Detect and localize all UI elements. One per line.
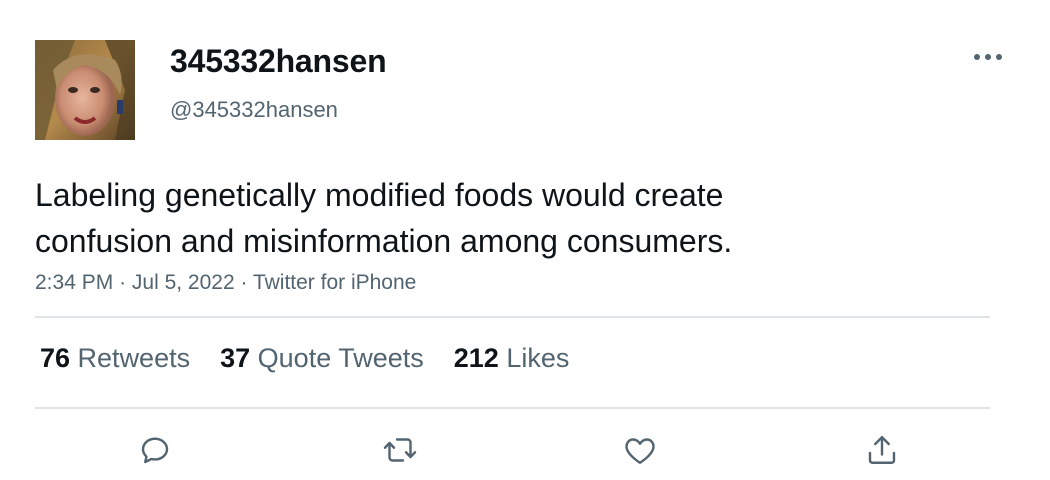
- quotes-count: 37: [220, 343, 258, 373]
- likes-stat[interactable]: 212 Likes: [454, 343, 570, 374]
- user-handle[interactable]: @345332hansen: [170, 97, 338, 123]
- profile-photo-icon: [35, 40, 135, 140]
- tweet-source[interactable]: Twitter for iPhone: [253, 271, 416, 294]
- tweet-text-line: Labeling genetically modified foods woul…: [35, 177, 724, 213]
- tweet-date[interactable]: Jul 5, 2022: [132, 271, 235, 294]
- divider: [35, 407, 990, 409]
- heart-icon: [625, 438, 655, 464]
- likes-count: 212: [453, 343, 507, 373]
- tweet-meta: 2:34 PM · Jul 5, 2022 · Twitter for iPho…: [35, 271, 416, 295]
- meta-separator: ·: [119, 271, 132, 294]
- retweets-count: 76: [40, 343, 78, 373]
- display-name[interactable]: 345332hansen: [170, 43, 387, 80]
- avatar[interactable]: [35, 40, 135, 140]
- meta-separator: ·: [240, 271, 253, 294]
- share-icon: [868, 436, 896, 464]
- likes-label: Likes: [506, 343, 570, 373]
- retweets-label: Retweets: [77, 343, 191, 373]
- tweet-card: 345332hansen @345332hansen Labeling gene…: [0, 0, 1050, 480]
- more-dots-icon: [974, 54, 1002, 60]
- share-button[interactable]: [862, 430, 902, 470]
- more-options-button[interactable]: [968, 44, 1008, 70]
- tweet-text-line: confusion and misinformation among consu…: [35, 223, 733, 259]
- quotes-label: Quote Tweets: [257, 343, 424, 373]
- retweets-stat[interactable]: 76 Retweets: [40, 343, 190, 374]
- quote-tweets-stat[interactable]: 37 Quote Tweets: [220, 343, 424, 374]
- retweet-icon: [383, 438, 417, 462]
- reply-button[interactable]: [135, 430, 175, 470]
- reply-icon: [141, 437, 169, 464]
- like-button[interactable]: [620, 430, 660, 470]
- engagement-stats: 76 Retweets 37 Quote Tweets 212 Likes: [40, 343, 599, 374]
- divider: [35, 316, 990, 318]
- tweet-text: Labeling genetically modified foods woul…: [35, 172, 855, 264]
- tweet-time[interactable]: 2:34 PM: [35, 271, 113, 294]
- retweet-button[interactable]: [380, 430, 420, 470]
